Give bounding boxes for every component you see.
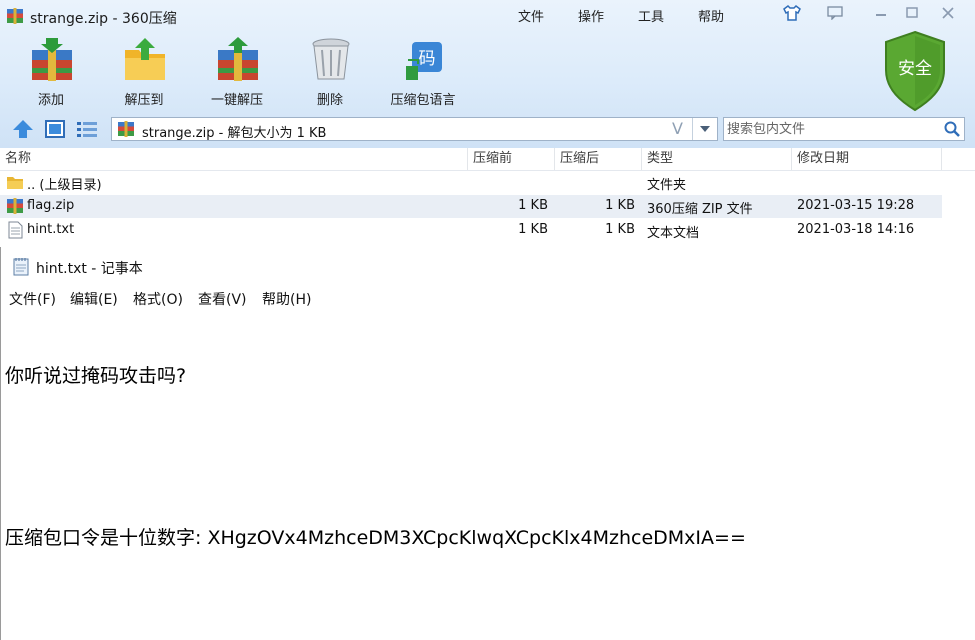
file-size-after: 1 KB xyxy=(605,198,635,213)
archive-language-button[interactable]: 码 压缩包语言 xyxy=(383,36,463,110)
minimize-icon[interactable] xyxy=(868,3,894,23)
notepad-menu-view[interactable]: 查看(V) xyxy=(198,289,247,309)
column-size-before[interactable]: 压缩前 xyxy=(468,148,555,170)
text-line xyxy=(5,444,965,471)
address-text: strange.zip - 解包大小为 1 KB xyxy=(142,126,327,141)
file-date: 2021-03-15 19:28 xyxy=(797,198,915,213)
menu-file[interactable]: 文件 xyxy=(518,6,544,25)
menu-tools[interactable]: 工具 xyxy=(638,6,664,25)
zip-chrome: strange.zip - 360压缩 文件 操作 工具 帮助 添加 解压到 一… xyxy=(0,0,975,148)
chevron-down-icon[interactable] xyxy=(692,118,717,140)
address-verify-icon: V xyxy=(672,119,683,138)
skin-shirt-icon[interactable] xyxy=(779,3,805,23)
one-click-extract-label: 一键解压 xyxy=(210,93,263,108)
one-click-extract-icon xyxy=(218,37,258,81)
notepad-window: hint.txt - 记事本 文件(F) 编辑(E) 格式(O) 查看(V) 帮… xyxy=(0,247,975,640)
text-line: 压缩包口令是十位数字: XHgzOVx4MzhceDM3XCpcKlwqXCpc… xyxy=(5,527,746,549)
up-arrow-icon[interactable] xyxy=(10,118,36,140)
delete-button[interactable]: 删除 xyxy=(290,36,370,110)
extract-to-label: 解压到 xyxy=(124,93,164,108)
search-icon[interactable] xyxy=(943,120,961,138)
notepad-menu-bar: 文件(F) 编辑(E) 格式(O) 查看(V) 帮助(H) xyxy=(1,287,975,309)
delete-label: 删除 xyxy=(316,93,343,108)
notepad-text-area[interactable]: 你听说过掩码攻击吗? 压缩包口令是十位数字: XHgzOVx4MzhceDM3X… xyxy=(5,309,965,606)
add-label: 添加 xyxy=(37,93,64,108)
file-row-hint-txt[interactable]: hint.txt 1 KB 1 KB 文本文档 2021-03-18 14:16 xyxy=(0,219,942,242)
search-box xyxy=(723,117,965,141)
notepad-menu-file[interactable]: 文件(F) xyxy=(9,289,56,309)
notepad-menu-help[interactable]: 帮助(H) xyxy=(262,289,311,309)
title-bar: strange.zip - 360压缩 文件 操作 工具 帮助 xyxy=(0,0,975,32)
file-size-before: 1 KB xyxy=(518,198,548,213)
text-file-icon xyxy=(8,221,23,239)
file-name: flag.zip xyxy=(27,198,75,213)
security-shield-icon: 安全 xyxy=(885,30,945,112)
file-name: .. (上级目录) xyxy=(27,178,102,193)
file-date: 2021-03-18 14:16 xyxy=(797,222,915,237)
menu-operate[interactable]: 操作 xyxy=(578,6,604,25)
extract-folder-icon xyxy=(125,38,165,80)
one-click-extract-button[interactable]: 一键解压 xyxy=(197,36,277,110)
address-row: strange.zip - 解包大小为 1 KB V xyxy=(0,114,975,144)
file-type: 360压缩 ZIP 文件 xyxy=(647,202,753,217)
search-input[interactable] xyxy=(726,120,937,138)
zip-archive-icon xyxy=(118,121,134,137)
column-name[interactable]: 名称 xyxy=(0,148,468,170)
zip-window: strange.zip - 360压缩 文件 操作 工具 帮助 添加 解压到 一… xyxy=(0,0,975,248)
add-button[interactable]: 添加 xyxy=(11,36,91,110)
winrar-app-icon xyxy=(7,8,23,24)
text-line: 你听说过掩码攻击吗? xyxy=(5,365,187,387)
archive-language-label: 压缩包语言 xyxy=(390,93,456,108)
file-type: 文件夹 xyxy=(647,178,687,193)
notepad-title-bar: hint.txt - 记事本 xyxy=(1,247,975,285)
trash-can-icon xyxy=(312,38,350,80)
zip-file-icon xyxy=(7,198,23,214)
archive-language-icon: 码 xyxy=(406,42,442,80)
thumbnail-view-icon[interactable] xyxy=(42,118,68,140)
column-modified-date[interactable]: 修改日期 xyxy=(792,148,942,170)
add-books-icon xyxy=(32,38,72,81)
feedback-icon[interactable] xyxy=(822,3,848,23)
file-size-after: 1 KB xyxy=(605,222,635,237)
extract-to-button[interactable]: 解压到 xyxy=(104,36,184,110)
column-size-after[interactable]: 压缩后 xyxy=(555,148,642,170)
notepad-menu-edit[interactable]: 编辑(E) xyxy=(70,289,118,309)
file-row-flag-zip[interactable]: flag.zip 1 KB 1 KB 360压缩 ZIP 文件 2021-03-… xyxy=(0,195,942,218)
security-badge-text: 安全 xyxy=(898,59,932,79)
notepad-menu-format[interactable]: 格式(O) xyxy=(133,289,183,309)
address-bar[interactable]: strange.zip - 解包大小为 1 KB V xyxy=(111,117,718,141)
file-size-before: 1 KB xyxy=(518,222,548,237)
file-name: hint.txt xyxy=(27,222,75,237)
notepad-title: hint.txt - 记事本 xyxy=(36,261,143,277)
maximize-icon[interactable] xyxy=(899,3,925,23)
column-type[interactable]: 类型 xyxy=(642,148,792,170)
file-type: 文本文档 xyxy=(647,226,700,241)
file-row-parent-dir[interactable]: .. (上级目录) 文件夹 xyxy=(0,171,942,194)
close-icon[interactable] xyxy=(935,3,961,23)
menu-help[interactable]: 帮助 xyxy=(698,6,724,25)
list-view-icon[interactable] xyxy=(74,118,100,140)
window-title: strange.zip - 360压缩 xyxy=(30,11,177,27)
svg-text:码: 码 xyxy=(419,49,436,69)
folder-icon xyxy=(7,177,23,189)
notepad-icon xyxy=(13,258,29,276)
file-list-header: 名称 压缩前 压缩后 类型 修改日期 xyxy=(0,148,975,171)
